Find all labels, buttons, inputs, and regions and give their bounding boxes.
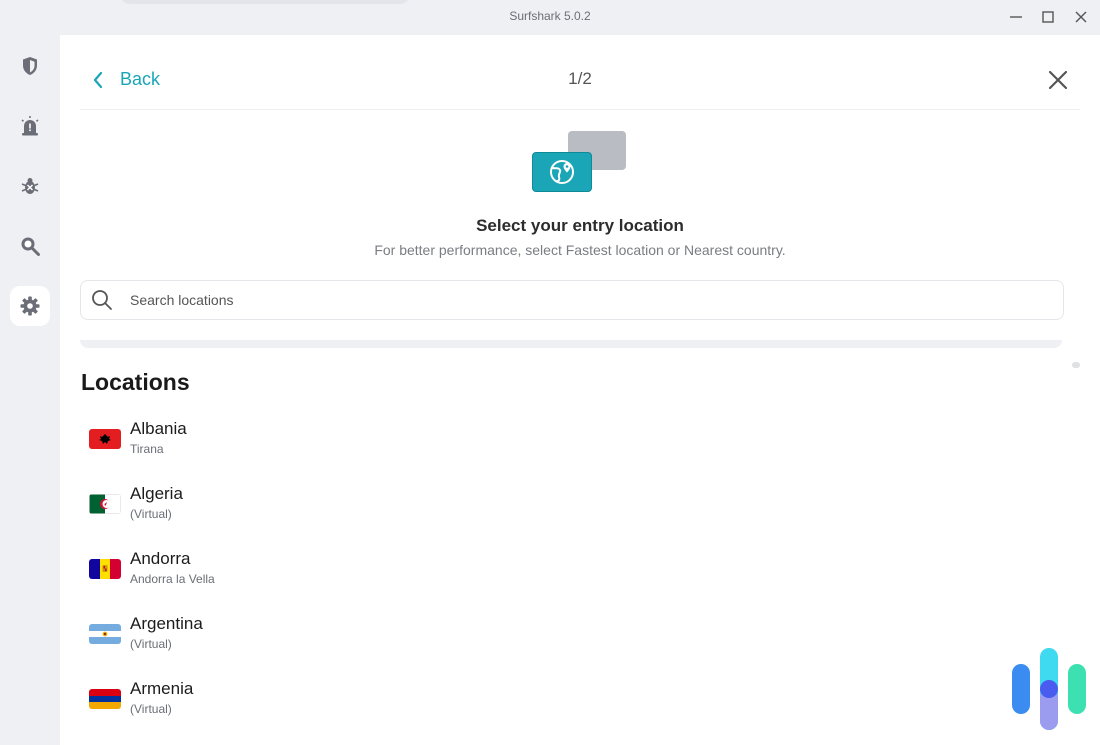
bug-icon [21,178,39,194]
watermark-logo [1010,648,1090,732]
main-panel: Back 1/2 Select your entry location For … [60,35,1100,745]
location-detail: (Virtual) [130,507,172,521]
location-item-albania[interactable]: Albania Tirana [80,412,1040,477]
location-country: Armenia [130,679,194,698]
close-button[interactable] [1046,68,1070,92]
search-box[interactable] [80,280,1064,320]
step-indicator: 1/2 [568,69,592,88]
location-country: Andorra [130,549,191,568]
location-country: Argentina [130,614,203,633]
window-title: Surfshark 5.0.2 [509,9,591,23]
nav-vpn-button[interactable] [10,46,50,86]
argentina-flag-icon [89,624,121,644]
locations-list: Albania Tirana Algeria (Virtual) Andorra… [80,412,1040,737]
nav-alert-button[interactable] [10,106,50,146]
shield-icon [23,57,37,75]
armenia-flag-icon [89,689,121,709]
panel-header: Back 1/2 [80,35,1080,110]
navigation-rail [0,35,60,745]
scrollbar-thumb[interactable] [1072,362,1080,368]
alert-icon [21,116,39,136]
location-item-armenia[interactable]: Armenia (Virtual) [80,672,1040,737]
location-detail: Tirana [130,442,164,456]
location-detail: (Virtual) [130,637,172,651]
location-item-algeria[interactable]: Algeria (Virtual) [80,477,1040,542]
search-input[interactable] [130,292,1030,308]
title-bar-tab-shadow [120,0,410,4]
page-title: Select your entry location [476,216,684,235]
nav-settings-button[interactable] [10,286,50,326]
section-divider [80,340,1062,348]
window-close-button[interactable] [1070,6,1092,28]
close-icon [1075,11,1087,23]
entry-location-illustration [530,130,630,194]
search-icon [21,237,40,256]
location-item-andorra[interactable]: Andorra Andorra la Vella [80,542,1040,607]
maximize-button[interactable] [1037,6,1059,28]
location-country: Algeria [130,484,183,503]
albania-flag-icon [89,429,121,449]
algeria-flag-icon [89,494,121,514]
close-icon [1048,70,1068,90]
illustration-front-card [532,152,592,192]
title-bar: Surfshark 5.0.2 [0,0,1100,35]
andorra-flag-icon [89,559,121,579]
minimize-icon [1010,16,1022,18]
locations-heading: Locations [81,369,190,395]
location-detail: (Virtual) [130,702,172,716]
location-item-argentina[interactable]: Argentina (Virtual) [80,607,1040,672]
minimize-button[interactable] [1005,6,1027,28]
nav-antivirus-button[interactable] [10,166,50,206]
gear-icon [20,296,40,316]
location-detail: Andorra la Vella [130,572,215,586]
nav-search-button[interactable] [10,226,50,266]
globe-pin-icon [550,160,574,184]
maximize-icon [1042,11,1054,23]
search-icon [92,290,112,310]
location-country: Albania [130,419,187,438]
page-subtitle: For better performance, select Fastest l… [374,242,786,258]
